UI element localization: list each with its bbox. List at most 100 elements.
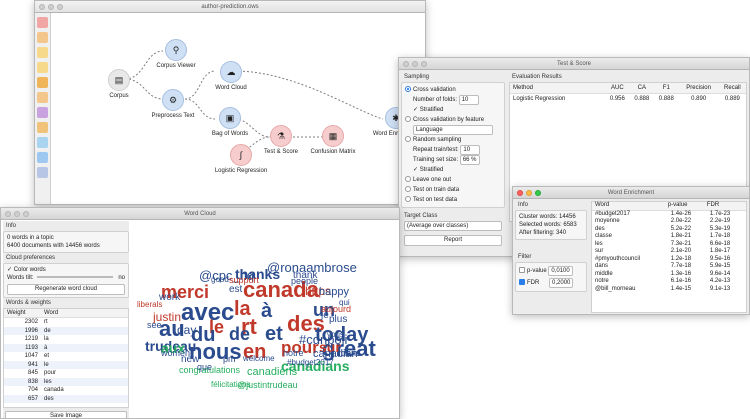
table-row[interactable]: 941 le bbox=[4, 360, 128, 369]
cv-by-feature-option[interactable]: Cross validation by feature bbox=[405, 115, 501, 125]
minimize-button[interactable] bbox=[526, 190, 532, 196]
table-row[interactable]: dans 7.7e-18 5.9e-15 bbox=[592, 263, 746, 271]
table-row[interactable]: #budget2017 1.4e-26 1.7e-23 bbox=[592, 210, 746, 218]
col-f1[interactable]: F1 bbox=[654, 83, 678, 94]
cloud-word[interactable]: women bbox=[161, 349, 190, 358]
filter-label: Filter bbox=[518, 254, 532, 260]
test-on-train-option[interactable]: Test on train data bbox=[405, 185, 501, 195]
cloud-word[interactable]: good bbox=[211, 276, 229, 284]
zoom-button[interactable] bbox=[535, 190, 541, 196]
cell-precision: 0.890 bbox=[691, 96, 707, 102]
close-button[interactable] bbox=[517, 190, 523, 196]
cloud-word[interactable]: canadiens bbox=[247, 367, 297, 378]
node-test-score[interactable]: ⚗ Test & Score bbox=[259, 125, 303, 155]
table-row[interactable]: 845 pour bbox=[4, 369, 128, 378]
table-row[interactable]: 2302 rt bbox=[4, 318, 128, 327]
cloud-word[interactable]: pm bbox=[223, 355, 236, 364]
target-class-select[interactable]: (Average over classes) bbox=[404, 221, 502, 231]
table-row[interactable]: @bill_morneau 1.4e-15 9.1e-13 bbox=[592, 286, 746, 294]
cloud-word[interactable]: welcome bbox=[243, 355, 275, 363]
stratified2-option[interactable]: ✓ Stratified bbox=[405, 165, 501, 175]
zoom-button[interactable] bbox=[23, 211, 29, 217]
node-preprocess-text[interactable]: ⚙ Preprocess Text bbox=[147, 89, 199, 119]
leave-one-out-option[interactable]: Leave one out bbox=[405, 175, 501, 185]
col-method[interactable]: Method bbox=[510, 83, 605, 94]
table-row[interactable]: sur 2.1e-20 1.8e-17 bbox=[592, 248, 746, 256]
cross-validation-option[interactable]: Cross validation bbox=[405, 85, 501, 95]
stratified-option[interactable]: ✓ Stratified bbox=[405, 105, 501, 115]
cloud-word[interactable]: félicitations bbox=[211, 381, 251, 389]
cloud-word[interactable]: liberals bbox=[137, 301, 162, 309]
table-row[interactable]: 1219 la bbox=[4, 335, 128, 344]
col-weight[interactable]: Weight bbox=[4, 309, 44, 318]
col-precision[interactable]: Precision bbox=[679, 83, 719, 94]
table-row[interactable]: notre 6.1e-16 4.2e-13 bbox=[592, 278, 746, 286]
cloud-word[interactable]: support bbox=[229, 276, 259, 285]
cloud-word[interactable]: people bbox=[291, 277, 318, 286]
cloud-word[interactable]: see bbox=[147, 321, 162, 330]
table-row[interactable]: les 7.3e-21 6.6e-18 bbox=[592, 241, 746, 249]
cloud-word[interactable]: #budget2017 bbox=[287, 359, 334, 367]
minimize-button[interactable] bbox=[412, 61, 418, 67]
cloud-word[interactable]: day bbox=[177, 324, 196, 336]
cloud-word[interactable]: et bbox=[265, 324, 283, 344]
cloud-word[interactable]: à bbox=[261, 301, 272, 321]
col-ca[interactable]: CA bbox=[630, 83, 654, 94]
table-row[interactable]: 1047 et bbox=[4, 352, 128, 361]
col-recall[interactable]: Recall bbox=[719, 83, 746, 94]
random-sampling-option[interactable]: Random sampling bbox=[405, 135, 501, 145]
test-on-test-option[interactable]: Test on test data bbox=[405, 195, 501, 205]
cloud-word[interactable]: avec bbox=[181, 301, 234, 325]
cloud-word[interactable]: plus bbox=[329, 315, 347, 325]
close-button[interactable] bbox=[5, 211, 11, 217]
node-bag-of-words[interactable]: ▣ Bag of Words bbox=[207, 107, 253, 137]
cloud-word[interactable]: est bbox=[229, 285, 242, 295]
color-words-option[interactable]: ✓ Color words bbox=[7, 266, 125, 274]
table-row[interactable]: 838 les bbox=[4, 377, 128, 386]
zoom-button[interactable] bbox=[421, 61, 427, 67]
node-confusion-matrix[interactable]: ▦ Confusion Matrix bbox=[306, 125, 360, 155]
feature-select[interactable]: Language bbox=[405, 125, 501, 135]
col-fdr[interactable]: FDR bbox=[707, 202, 746, 210]
col-word[interactable]: Word bbox=[592, 202, 668, 210]
col-word[interactable]: Word bbox=[44, 309, 128, 318]
save-image-button[interactable]: Save Image bbox=[5, 411, 127, 418]
folds-spinner[interactable]: 10 bbox=[458, 95, 479, 105]
train-size-spinner[interactable]: 66 % bbox=[459, 155, 480, 165]
col-auc[interactable]: AUC bbox=[605, 83, 629, 94]
table-row[interactable]: 704 canada bbox=[4, 386, 128, 395]
pvalue-spinner[interactable]: 0,0100 bbox=[548, 266, 573, 276]
table-row[interactable]: des 5.2e-22 5.3e-19 bbox=[592, 226, 746, 234]
table-row[interactable]: middle 1.3e-16 9.6e-14 bbox=[592, 271, 746, 279]
table-row[interactable]: classe 1.8e-21 1.7e-18 bbox=[592, 233, 746, 241]
table-row[interactable]: 657 des bbox=[4, 394, 128, 403]
col-pvalue[interactable]: p-value bbox=[668, 202, 707, 210]
fdr-filter[interactable]: FDR 0,2000 bbox=[519, 277, 583, 289]
cloud-word[interactable]: happy bbox=[319, 287, 349, 298]
fdr-spinner[interactable]: 0,2000 bbox=[549, 278, 574, 288]
bag-icon: ▣ bbox=[219, 107, 241, 129]
cloud-word[interactable]: aujourd bbox=[321, 305, 351, 314]
pvalue-filter[interactable]: p-value 0,0100 bbox=[519, 265, 583, 277]
cloud-word[interactable]: que bbox=[197, 363, 212, 372]
table-row[interactable]: 1193 à bbox=[4, 343, 128, 352]
regenerate-button[interactable]: Regenerate word cloud bbox=[7, 284, 125, 295]
word-cell: les bbox=[44, 378, 52, 385]
cloud-word[interactable]: de bbox=[229, 325, 250, 343]
repeat-spinner[interactable]: 10 bbox=[460, 145, 481, 155]
cloud-word[interactable]: notre bbox=[283, 349, 304, 358]
minimize-button[interactable] bbox=[14, 211, 20, 217]
table-row[interactable]: #pmyouthcouncil 1.2e-18 9.5e-16 bbox=[592, 256, 746, 264]
report-button[interactable]: Report bbox=[404, 235, 502, 246]
cloud-word[interactable]: @ronaambrose bbox=[267, 261, 357, 274]
node-corpus-viewer[interactable]: ⚲ Corpus Viewer bbox=[152, 39, 200, 69]
word-cell: la bbox=[44, 336, 49, 343]
cloud-word[interactable]: vous bbox=[327, 331, 344, 339]
table-row[interactable]: moyenne 2.0e-22 2.2e-19 bbox=[592, 218, 746, 226]
table-row[interactable]: Logistic Regression 0.956 0.888 0.888 0.… bbox=[510, 94, 746, 105]
node-corpus[interactable]: ▤ Corpus bbox=[105, 69, 133, 99]
close-button[interactable] bbox=[403, 61, 409, 67]
table-row[interactable]: 1996 de bbox=[4, 326, 128, 335]
tilt-slider[interactable] bbox=[37, 276, 114, 279]
node-word-cloud[interactable]: ☁ Word Cloud bbox=[211, 61, 251, 91]
